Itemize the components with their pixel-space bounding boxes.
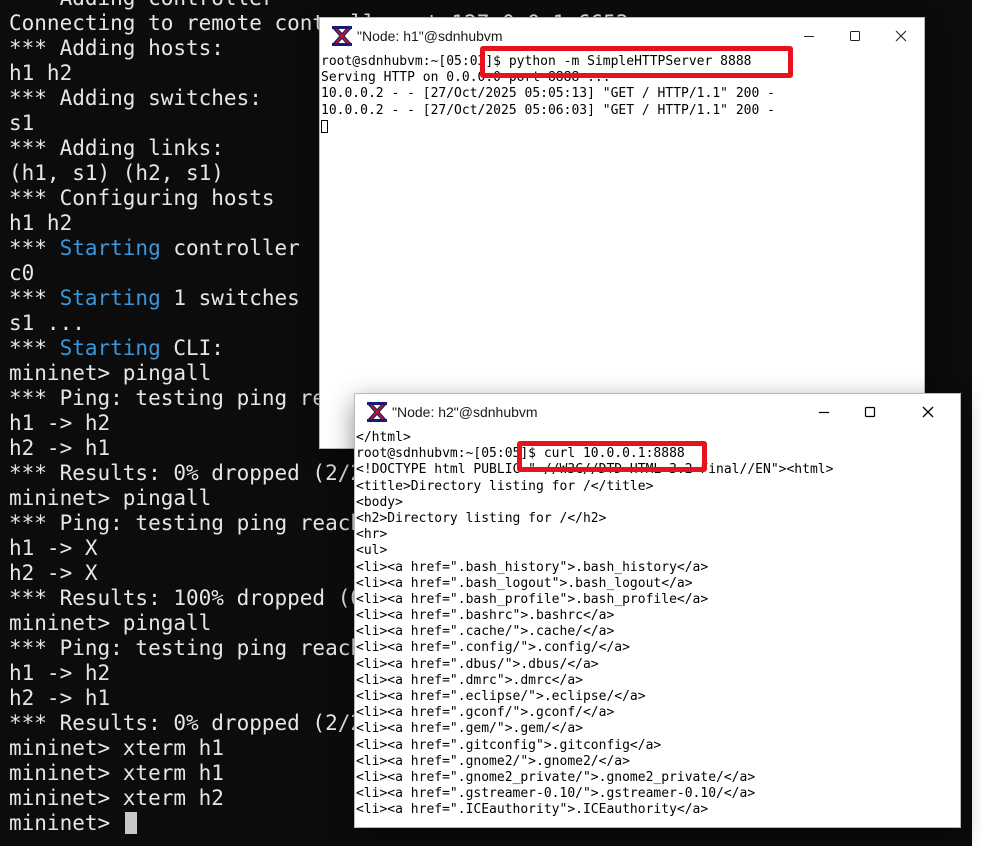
xterm-line: 10.0.0.2 - - [27/Oct/2025 05:05:13] "GET… xyxy=(321,86,775,102)
window-title: "Node: h2"@sdnhubvm xyxy=(392,404,538,420)
terminal-text: c0 xyxy=(9,261,35,285)
terminal-text: CLI: xyxy=(160,336,224,360)
terminal-text: h1 h2 xyxy=(9,61,73,85)
xterm-line: <li><a href=".dbus/">.dbus/</a> xyxy=(356,656,599,672)
xterm-line: <li><a href=".bash_logout">.bash_logout<… xyxy=(356,575,693,591)
terminal-text: *** xyxy=(9,236,60,260)
xterm-line: <li><a href=".gnome2_private/">.gnome2_p… xyxy=(356,769,756,785)
terminal-line: *** Adding controller xyxy=(9,0,629,11)
terminal-text: *** Adding switches: xyxy=(9,86,262,110)
minimize-button[interactable] xyxy=(801,394,847,430)
xterm-cursor-line xyxy=(321,119,775,135)
terminal-text: h1 -> h2 xyxy=(9,411,111,435)
terminal-text: mininet> pingall xyxy=(9,486,212,510)
title-bar[interactable]: "Node: h2"@sdnhubvm xyxy=(355,394,960,430)
terminal-text: *** Adding links: xyxy=(9,136,224,160)
xterm-line: <li><a href=".bashrc">.bashrc</a> xyxy=(356,608,615,624)
xterm-line: <li><a href=".bash_history">.bash_histor… xyxy=(356,559,709,575)
xterm-line: <li><a href=".gitconfig">.gitconfig</a> xyxy=(356,737,662,753)
xterm-line: <li><a href=".gnome2/">.gnome2/</a> xyxy=(356,753,630,769)
terminal-text: h1 h2 xyxy=(9,211,73,235)
terminal-text: mininet> pingall xyxy=(9,611,212,635)
maximize-button[interactable] xyxy=(832,18,878,54)
terminal-text: *** Adding controller xyxy=(9,0,275,10)
close-icon xyxy=(922,406,934,418)
xterm-window-h1[interactable]: "Node: h1"@sdnhubvm root@sdnhubvm:~[05:0… xyxy=(319,17,925,449)
xterm-line: <li><a href=".dmrc">.dmrc</a> xyxy=(356,672,583,688)
terminal-text: (h1, s1) (h2, s1) xyxy=(9,161,224,185)
terminal-text: *** xyxy=(9,336,60,360)
xterm-h2-body[interactable]: </html> root@sdnhubvm:~[05:05]$ curl 10.0… xyxy=(355,430,960,827)
maximize-icon xyxy=(864,406,876,418)
xterm-line: <body> xyxy=(356,494,403,510)
xterm-line: <li><a href=".gconf/">.gconf/</a> xyxy=(356,705,615,721)
terminal-text: 1 switches xyxy=(160,286,300,310)
xterm-line: <li><a href=".gstreamer-0.10/">.gstreame… xyxy=(356,786,756,802)
terminal-text: controller xyxy=(160,236,300,260)
terminal-text: mininet> xterm h1 xyxy=(9,736,224,760)
close-button[interactable] xyxy=(905,394,951,430)
annotation-highlight-curl-command xyxy=(517,441,707,472)
xterm-line: 10.0.0.2 - - [27/Oct/2025 05:06:03] "GET… xyxy=(321,102,775,118)
terminal-text: h1 -> X xyxy=(9,536,98,560)
maximize-button[interactable] xyxy=(847,394,893,430)
terminal-text: *** Configuring hosts xyxy=(9,186,275,210)
xterm-line: <ul> xyxy=(356,543,388,559)
xterm-h2-output: </html> root@sdnhubvm:~[05:05]$ curl 10.0… xyxy=(356,430,833,819)
terminal-cursor xyxy=(124,812,137,834)
terminal-text: mininet> xyxy=(9,811,123,835)
xterm-cursor xyxy=(321,119,328,133)
minimize-icon xyxy=(804,36,814,37)
close-button[interactable] xyxy=(878,18,924,54)
terminal-text: mininet> xterm h2 xyxy=(9,786,224,810)
xterm-line: <li><a href=".gem/">.gem/</a> xyxy=(356,721,583,737)
maximize-icon xyxy=(850,31,860,41)
terminal-text: s1 xyxy=(9,111,35,135)
xterm-line: <h2>Directory listing for /</h2> xyxy=(356,510,607,526)
xterm-line: <hr> xyxy=(356,527,388,543)
terminal-text: s1 ... xyxy=(9,311,85,335)
xterm-h1-body[interactable]: root@sdnhubvm:~[05:03]$ python -m Simple… xyxy=(320,54,924,448)
xterm-line: <li><a href=".cache/">.cache/</a> xyxy=(356,624,615,640)
xterm-line: <li><a href=".eclipse/">.eclipse/</a> xyxy=(356,689,646,704)
xterm-line: <title>Directory listing for /</title> xyxy=(356,478,654,494)
xterm-x-icon xyxy=(366,401,388,423)
highlighted-text: Starting xyxy=(59,336,161,360)
terminal-text: mininet> xterm h1 xyxy=(9,761,224,785)
close-icon xyxy=(895,30,907,42)
terminal-text: *** Adding hosts: xyxy=(9,36,224,60)
terminal-text: h1 -> h2 xyxy=(9,661,111,685)
xterm-line: <li><a href=".config/">.config/</a> xyxy=(356,640,630,656)
xterm-line: <li><a href=".bash_profile">.bash_profil… xyxy=(356,591,709,607)
highlighted-text: Starting xyxy=(59,236,161,260)
terminal-text: h2 -> h1 xyxy=(9,686,111,710)
terminal-text: mininet> pingall xyxy=(9,361,212,385)
terminal-text: h2 -> X xyxy=(9,561,98,585)
minimize-icon xyxy=(819,411,829,414)
xterm-line: <li><a href=".ICEauthority">.ICEauthorit… xyxy=(356,802,709,818)
highlighted-text: Starting xyxy=(59,286,161,310)
xterm-x-icon xyxy=(331,25,353,47)
terminal-scrollbar[interactable] xyxy=(972,0,981,846)
terminal-text: h2 -> h1 xyxy=(9,436,111,460)
annotation-highlight-python-command xyxy=(480,46,793,78)
terminal-text: *** xyxy=(9,286,60,310)
